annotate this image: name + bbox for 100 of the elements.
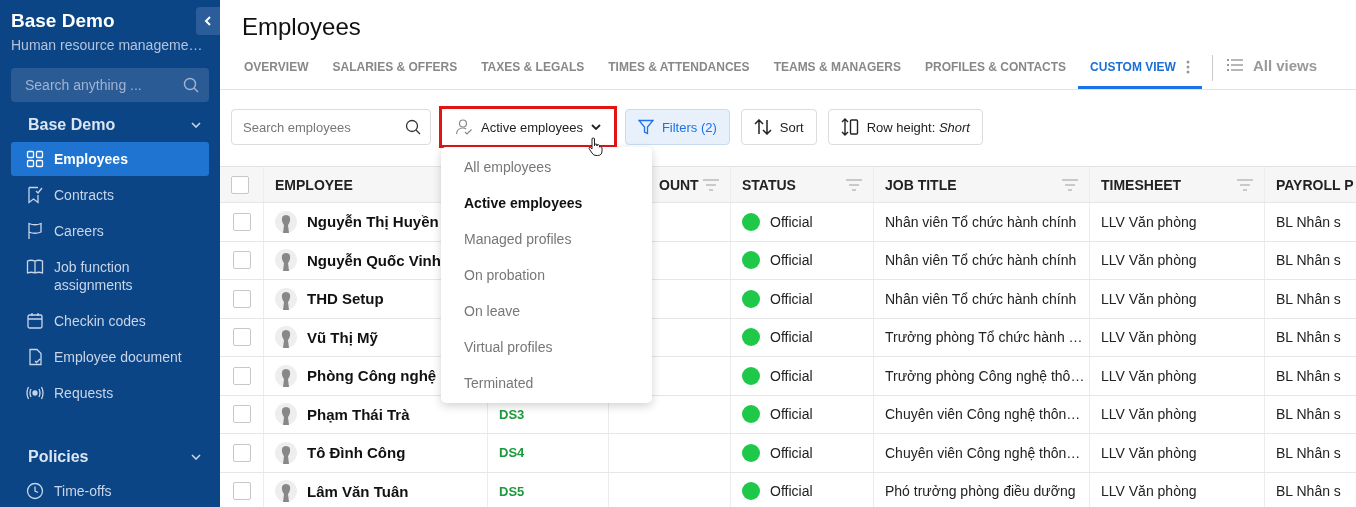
filter-icon[interactable] — [703, 178, 719, 191]
employee-name[interactable]: Phòng Công nghệ — [307, 367, 437, 385]
column-header[interactable]: PAYROLL P — [1276, 176, 1354, 193]
tab[interactable]: TEAMS & MANAGERS — [761, 47, 913, 89]
menu-item[interactable]: Terminated — [441, 365, 652, 401]
tab[interactable]: TIMES & ATTENDANCES — [596, 47, 762, 89]
payroll-cell: BL Nhân s — [1276, 406, 1341, 423]
menu-item[interactable]: On probation — [441, 257, 652, 293]
tab[interactable]: SALARIES & OFFERS — [320, 47, 470, 89]
sidebar-item[interactable]: Employee document — [11, 340, 209, 374]
employee-name[interactable]: Phạm Thái Trà — [307, 405, 410, 423]
sidebar-item[interactable]: Contracts — [11, 178, 209, 212]
status-label: Official — [770, 367, 813, 384]
filter-icon[interactable] — [1237, 178, 1253, 191]
checkbox[interactable] — [232, 366, 251, 385]
checkbox[interactable] — [231, 175, 249, 194]
checkbox[interactable] — [232, 289, 251, 308]
column-header[interactable]: EMPLOYEE — [275, 176, 353, 193]
sort-button[interactable]: Sort — [740, 109, 817, 145]
search-icon — [183, 77, 199, 93]
column-header[interactable]: OUNT — [659, 176, 699, 193]
payroll-cell: BL Nhân s — [1276, 483, 1341, 500]
checkbox[interactable] — [232, 212, 251, 231]
checkbox[interactable] — [232, 443, 251, 462]
job-title-cell: Nhân viên Tổ chức hành chính — [885, 290, 1077, 307]
tab[interactable]: OVERVIEW — [232, 47, 321, 89]
collapse-button[interactable] — [196, 7, 220, 35]
clock-icon — [26, 482, 44, 500]
search-field[interactable]: Search employees — [231, 109, 431, 145]
payroll-cell: BL Nhân s — [1276, 290, 1341, 307]
employee-name[interactable]: THD Setup — [307, 290, 384, 308]
row-height-button[interactable]: Row height: Short — [827, 109, 983, 145]
timesheet-cell: LLV Văn phòng — [1101, 483, 1197, 500]
timesheet-cell: LLV Văn phòng — [1101, 329, 1197, 346]
status-label: Official — [770, 406, 813, 423]
timesheet-cell: LLV Văn phòng — [1101, 444, 1197, 461]
chevron-left-icon[interactable] — [204, 16, 212, 26]
employee-name[interactable]: Nguyễn Quốc Vinh — [307, 251, 441, 269]
payroll-cell: BL Nhân s — [1276, 444, 1341, 461]
chevron-icon[interactable] — [191, 122, 201, 128]
avatar-icon — [275, 326, 297, 349]
status-label: Official — [770, 483, 813, 500]
sidebar-item[interactable]: Job function assignments — [11, 250, 209, 302]
more-icon[interactable] — [1185, 59, 1190, 74]
column-header[interactable]: STATUS — [742, 176, 796, 193]
avatar-icon — [275, 249, 297, 272]
column-header[interactable]: TIMESHEET — [1101, 176, 1182, 193]
status-label: Official — [770, 290, 813, 307]
document-icon — [26, 348, 44, 366]
timesheet-cell: LLV Văn phòng — [1101, 213, 1197, 230]
filters-button[interactable]: Filters (2) — [624, 109, 730, 145]
job-title-cell: Nhân viên Tổ chức hành chính — [885, 252, 1077, 269]
sidebar-item[interactable]: Careers — [11, 214, 209, 248]
timesheet-cell: LLV Văn phòng — [1101, 406, 1197, 423]
search-field[interactable]: Search anything ... — [11, 68, 209, 102]
avatar-icon — [275, 287, 297, 310]
checkbox[interactable] — [232, 251, 251, 270]
menu-item[interactable]: Virtual profiles — [441, 329, 652, 365]
payroll-cell: BL Nhân s — [1276, 329, 1341, 346]
employee-name[interactable]: Lâm Văn Tuân — [307, 482, 409, 500]
column-header[interactable]: JOB TITLE — [885, 176, 957, 193]
tab[interactable]: PROFILES & CONTACTS — [912, 47, 1079, 89]
menu-item[interactable]: All employees — [441, 149, 652, 185]
sidebar-item[interactable]: Time-offs — [11, 474, 209, 507]
menu-item[interactable]: Active employees — [441, 185, 652, 221]
filter-icon[interactable] — [846, 178, 862, 191]
employee-name[interactable]: Nguyễn Thị Huyền — [307, 213, 439, 231]
employee-name[interactable]: Tô Đình Công — [307, 444, 406, 462]
search-icon — [405, 119, 421, 135]
status-label: Official — [770, 329, 813, 346]
tab[interactable]: TAXES & LEGALS — [469, 47, 597, 89]
code-cell: DS5 — [499, 483, 525, 499]
status-label: Official — [770, 252, 813, 269]
checkbox[interactable] — [232, 328, 251, 347]
broadcast-icon — [26, 384, 44, 402]
tab[interactable]: CUSTOM VIEW — [1078, 47, 1202, 89]
chevron-icon[interactable] — [191, 454, 201, 460]
job-title-cell: Nhân viên Tổ chức hành chính — [885, 213, 1077, 230]
menu-item[interactable]: Managed profiles — [441, 221, 652, 257]
employee-name[interactable]: Vũ Thị Mỹ — [307, 328, 378, 346]
filter-icon[interactable] — [1062, 178, 1078, 191]
user-check-icon — [455, 118, 473, 136]
payroll-cell: BL Nhân s — [1276, 367, 1341, 384]
checkbox[interactable] — [232, 405, 251, 424]
sidebar-item[interactable]: Requests — [11, 376, 209, 410]
section-title[interactable]: Policies — [28, 448, 89, 466]
checkbox[interactable] — [232, 482, 251, 501]
flag-icon — [26, 222, 44, 240]
timesheet-cell: LLV Văn phòng — [1101, 252, 1197, 269]
calendar-icon — [26, 312, 44, 330]
sidebar-item[interactable]: Checkin codes — [11, 304, 209, 338]
section-title[interactable]: Base Demo — [28, 116, 116, 134]
list-icon[interactable] — [1226, 59, 1243, 71]
job-title-cell: Trưởng phòng Công nghệ thô… — [885, 367, 1085, 384]
sidebar-item[interactable]: Employees — [11, 142, 209, 176]
avatar-icon — [275, 441, 297, 464]
menu-item[interactable]: On leave — [441, 293, 652, 329]
status-label: Official — [770, 213, 813, 230]
job-title-cell: Trưởng phòng Tổ chức hành … — [885, 329, 1083, 346]
grid-icon — [26, 150, 44, 168]
